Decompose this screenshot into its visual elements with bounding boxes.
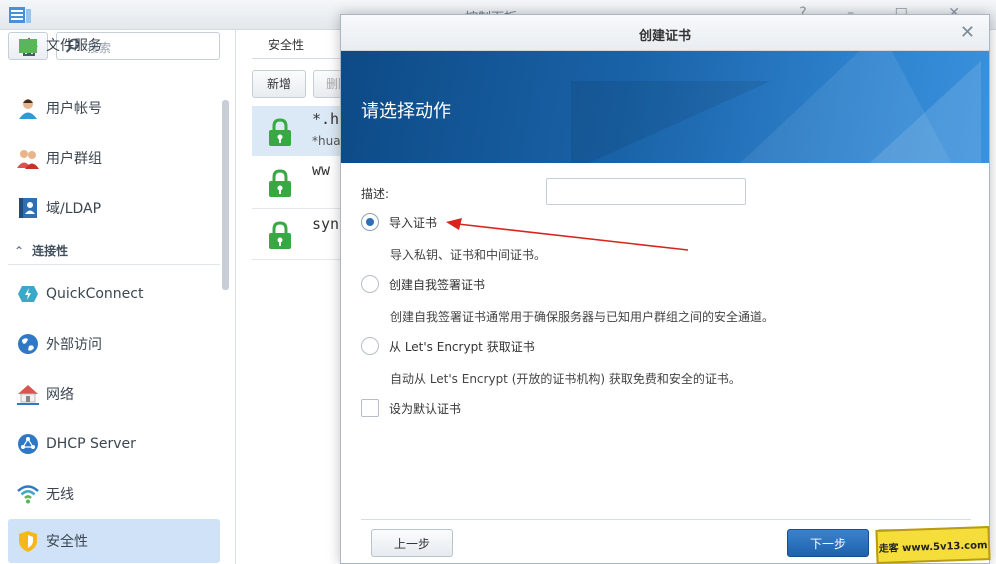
sidebar-item-external-access[interactable]: 外部访问	[8, 322, 220, 366]
option-import-certificate[interactable]: 导入证书	[361, 213, 437, 231]
cert-subject: *hua	[312, 134, 341, 148]
lock-icon	[269, 221, 291, 249]
option-self-signed[interactable]: 创建自我签署证书	[361, 275, 485, 293]
cert-row[interactable]: syn	[252, 209, 352, 259]
footer-divider	[361, 519, 971, 520]
domain-ldap-icon	[16, 196, 40, 220]
dialog-titlebar[interactable]: 创建证书 ✕	[341, 15, 989, 51]
dialog-title: 创建证书	[638, 29, 691, 44]
option-import-description: 导入私钥、证书和中间证书。	[390, 248, 547, 262]
radio-self-signed[interactable]	[361, 275, 379, 293]
sidebar-item-user-group[interactable]: 用户群组	[8, 136, 220, 180]
tab-divider	[252, 58, 352, 59]
sidebar-scrollbar[interactable]	[222, 100, 229, 290]
chevron-up-icon: ⌃	[14, 244, 25, 258]
cert-name: syn	[312, 215, 340, 233]
security-shield-icon	[16, 529, 40, 553]
option-lets-encrypt[interactable]: 从 Let's Encrypt 获取证书	[361, 337, 535, 355]
sidebar-item-user-account[interactable]: 用户帐号	[8, 86, 220, 130]
dialog-header-banner: 请选择动作	[341, 51, 989, 163]
radio-lets-encrypt[interactable]	[361, 337, 379, 355]
user-group-icon	[16, 146, 40, 170]
sidebar-item-quickconnect[interactable]: QuickConnect	[8, 272, 220, 316]
sidebar-item-domain-ldap[interactable]: 域/LDAP	[8, 186, 220, 230]
lock-icon	[269, 118, 291, 146]
step-title: 请选择动作	[361, 101, 451, 122]
checkbox-set-default[interactable]	[361, 399, 379, 417]
option-set-default[interactable]: 设为默认证书	[361, 399, 461, 417]
control-panel-icon	[9, 7, 31, 23]
cert-name: ww	[312, 161, 331, 179]
sidebar-item-security[interactable]: 安全性	[8, 519, 220, 563]
sidebar-divider	[8, 264, 220, 265]
sidebar-item-file-services[interactable]: 文件服务	[8, 36, 220, 72]
cert-row[interactable]: *.hu *hua	[252, 106, 352, 156]
next-button[interactable]: 下一步	[787, 529, 869, 557]
watermark-text: 走客 www.5v13.com	[878, 539, 988, 555]
create-certificate-dialog: 创建证书 ✕ 请选择动作 描述: 导入证书 导入私钥、证书和中间证书。 创建自我…	[340, 14, 990, 564]
option-lets-encrypt-description: 自动从 Let's Encrypt (开放的证书机构) 获取免费和安全的证书。	[390, 372, 741, 386]
sidebar-section-connectivity[interactable]: ⌃ 连接性	[14, 242, 68, 259]
lock-icon	[269, 169, 291, 197]
add-button[interactable]: 新增	[252, 70, 306, 98]
dhcp-icon	[16, 432, 40, 456]
sidebar: 搜索 文件服务 用户帐号 用户群组 域/LDAP ⌃ 连接性 QuickConne…	[0, 30, 236, 564]
description-label: 描述:	[361, 187, 390, 201]
external-access-icon	[16, 332, 40, 356]
tab-security[interactable]: 安全性	[268, 36, 304, 53]
banner-decoration	[861, 61, 981, 163]
row-divider	[252, 259, 352, 260]
option-self-signed-description: 创建自我签署证书通常用于确保服务器与已知用户群组之间的安全通道。	[390, 310, 775, 324]
close-icon[interactable]: ✕	[960, 22, 975, 43]
user-icon	[16, 96, 40, 120]
sidebar-item-dhcp-server[interactable]: DHCP Server	[8, 422, 220, 466]
quickconnect-icon	[16, 282, 40, 306]
radio-import-certificate[interactable]	[361, 213, 379, 231]
file-services-icon	[16, 36, 40, 58]
sidebar-item-wireless[interactable]: 无线	[8, 472, 220, 516]
cert-row[interactable]: ww	[252, 157, 352, 207]
wireless-icon	[16, 482, 40, 506]
description-input[interactable]	[546, 178, 746, 205]
network-icon	[16, 382, 40, 406]
watermark-stamp: 走客 www.5v13.com	[875, 526, 991, 564]
previous-button[interactable]: 上一步	[371, 529, 453, 557]
sidebar-item-network[interactable]: 网络	[8, 372, 220, 416]
